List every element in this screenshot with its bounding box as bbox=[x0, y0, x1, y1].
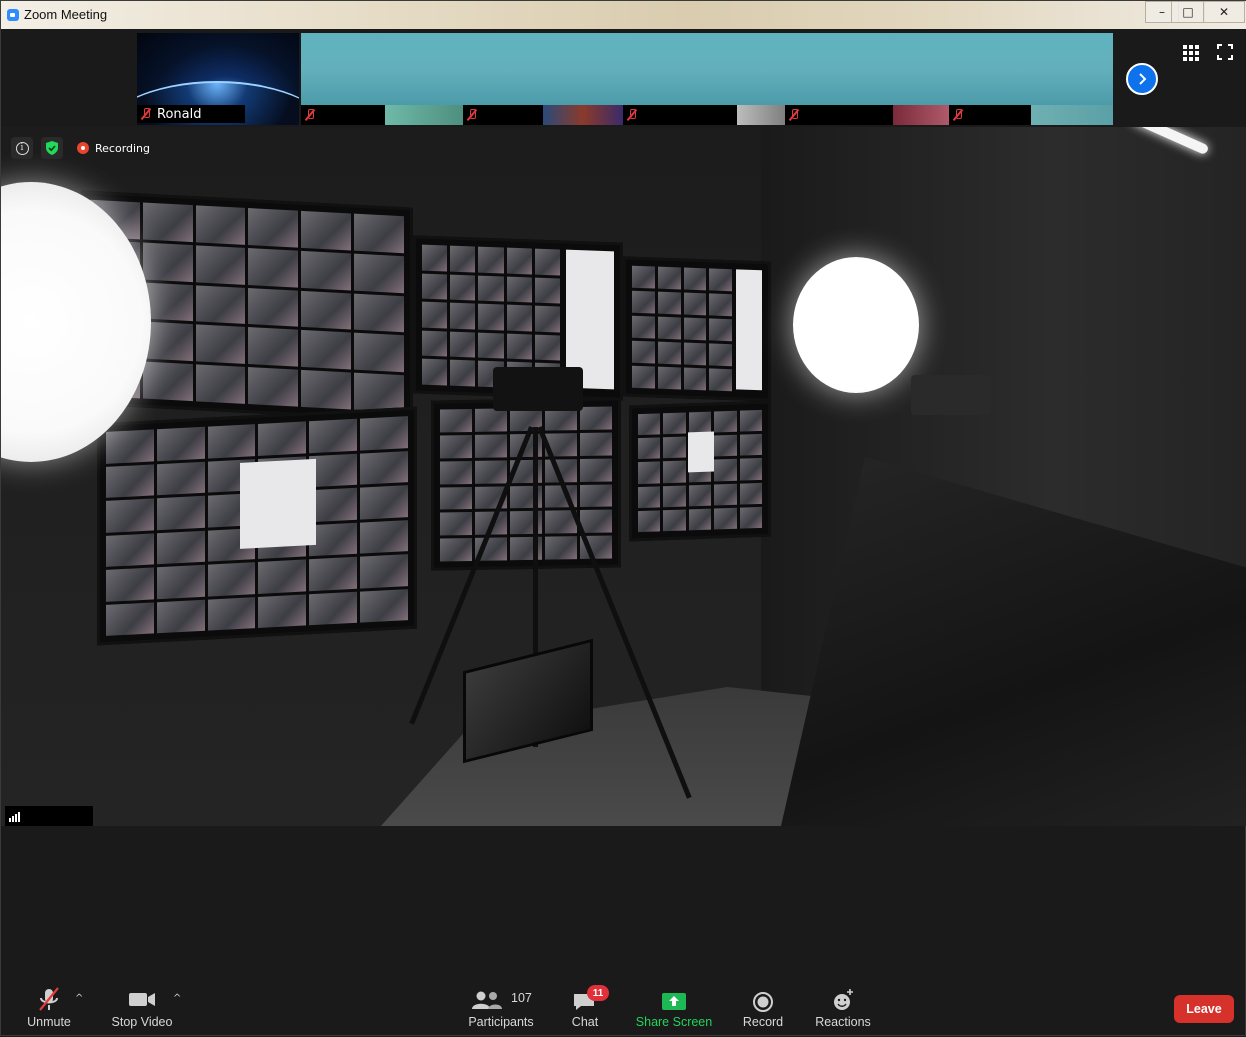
tile-name-label bbox=[785, 105, 893, 125]
tile-name-label bbox=[301, 105, 385, 125]
tile-preview bbox=[1031, 105, 1113, 125]
leave-meeting-button[interactable]: Leave bbox=[1174, 995, 1234, 1023]
microphone-muted-icon bbox=[789, 109, 799, 121]
zoom-window: Zoom Meeting – □ ✕ Ronald i Recording Un… bbox=[0, 0, 1246, 1036]
maximize-button[interactable]: □ bbox=[1171, 1, 1205, 23]
window-title: Zoom Meeting bbox=[24, 7, 108, 22]
unmute-button[interactable]: Unmute bbox=[23, 985, 75, 1029]
monitor-screen bbox=[623, 256, 771, 402]
monitor-screen bbox=[629, 400, 771, 542]
tile-preview bbox=[737, 105, 785, 125]
microphone-muted-icon bbox=[29, 985, 69, 1013]
participants-label: Participants bbox=[468, 1015, 534, 1029]
chat-bubble-icon: 11 bbox=[565, 985, 609, 1013]
meeting-status-bar: i Recording bbox=[11, 137, 156, 159]
zoom-app-icon bbox=[7, 9, 19, 21]
recording-label: Recording bbox=[95, 141, 151, 155]
tile-name-label: Ronald bbox=[137, 105, 245, 123]
video-options-caret[interactable]: ^ bbox=[173, 993, 181, 1004]
audio-options-caret[interactable]: ^ bbox=[75, 993, 83, 1004]
microphone-muted-icon bbox=[953, 109, 963, 121]
tile-name-label bbox=[623, 105, 737, 125]
next-page-button[interactable] bbox=[1126, 63, 1158, 95]
recording-icon bbox=[77, 142, 89, 154]
security-button[interactable] bbox=[41, 137, 63, 159]
document-window bbox=[240, 458, 316, 549]
participant-name: Ronald bbox=[157, 106, 202, 122]
microphone-muted-icon bbox=[627, 109, 637, 121]
chat-label: Chat bbox=[571, 1015, 599, 1029]
info-icon: i bbox=[15, 141, 29, 155]
video-camera bbox=[911, 375, 991, 415]
document-window bbox=[688, 431, 714, 473]
monitor-screen bbox=[431, 397, 621, 571]
participants-button[interactable]: 107 Participants bbox=[467, 985, 535, 1029]
record-label: Record bbox=[742, 1015, 784, 1029]
main-video-view[interactable] bbox=[1, 127, 1246, 826]
microphone-muted-icon bbox=[141, 108, 151, 120]
tile-preview bbox=[543, 105, 623, 125]
fullscreen-icon[interactable] bbox=[1217, 44, 1233, 60]
reactions-button[interactable]: Reactions bbox=[815, 985, 871, 1029]
monitor-screen bbox=[97, 406, 417, 646]
record-icon bbox=[743, 985, 783, 1013]
video-camera bbox=[493, 367, 583, 411]
share-screen-icon bbox=[654, 985, 694, 1013]
recording-indicator[interactable]: Recording bbox=[71, 137, 156, 159]
video-camera-icon bbox=[122, 985, 162, 1013]
stop-video-label: Stop Video bbox=[111, 1015, 173, 1029]
reactions-label: Reactions bbox=[815, 1015, 871, 1029]
participants-count: 107 bbox=[511, 991, 532, 1005]
video-tile-ronald[interactable]: Ronald bbox=[137, 33, 299, 125]
gallery-strip: Ronald bbox=[1, 29, 1246, 127]
microphone-muted-icon bbox=[305, 109, 315, 121]
chat-unread-badge: 11 bbox=[587, 985, 609, 1001]
document-window bbox=[736, 269, 762, 391]
stop-video-button[interactable]: Stop Video bbox=[111, 985, 173, 1029]
meeting-toolbar: Unmute ^ Stop Video ^ 107 Participants 1… bbox=[1, 981, 1246, 1037]
grid-view-icon[interactable] bbox=[1183, 45, 1199, 61]
participants-icon: 107 bbox=[467, 985, 535, 1013]
ring-light bbox=[793, 257, 919, 393]
tile-name-label bbox=[949, 105, 1031, 125]
close-button[interactable]: ✕ bbox=[1203, 1, 1245, 23]
share-screen-button[interactable]: Share Screen bbox=[635, 985, 713, 1029]
tile-preview bbox=[385, 105, 463, 125]
tile-name-label bbox=[463, 105, 543, 125]
emoji-plus-icon bbox=[823, 985, 863, 1013]
connection-signal bbox=[5, 806, 93, 826]
shield-check-icon bbox=[46, 141, 58, 155]
video-tile-group[interactable] bbox=[301, 33, 1113, 125]
microphone-muted-icon bbox=[467, 109, 477, 121]
title-bar: Zoom Meeting – □ ✕ bbox=[1, 1, 1246, 29]
chevron-right-icon bbox=[1139, 73, 1147, 85]
share-screen-label: Share Screen bbox=[635, 1015, 713, 1029]
meeting-info-button[interactable]: i bbox=[11, 137, 33, 159]
chat-button[interactable]: 11 Chat bbox=[565, 985, 609, 1029]
unmute-label: Unmute bbox=[27, 1015, 71, 1029]
record-button[interactable]: Record bbox=[741, 985, 785, 1029]
tile-preview bbox=[893, 105, 949, 125]
